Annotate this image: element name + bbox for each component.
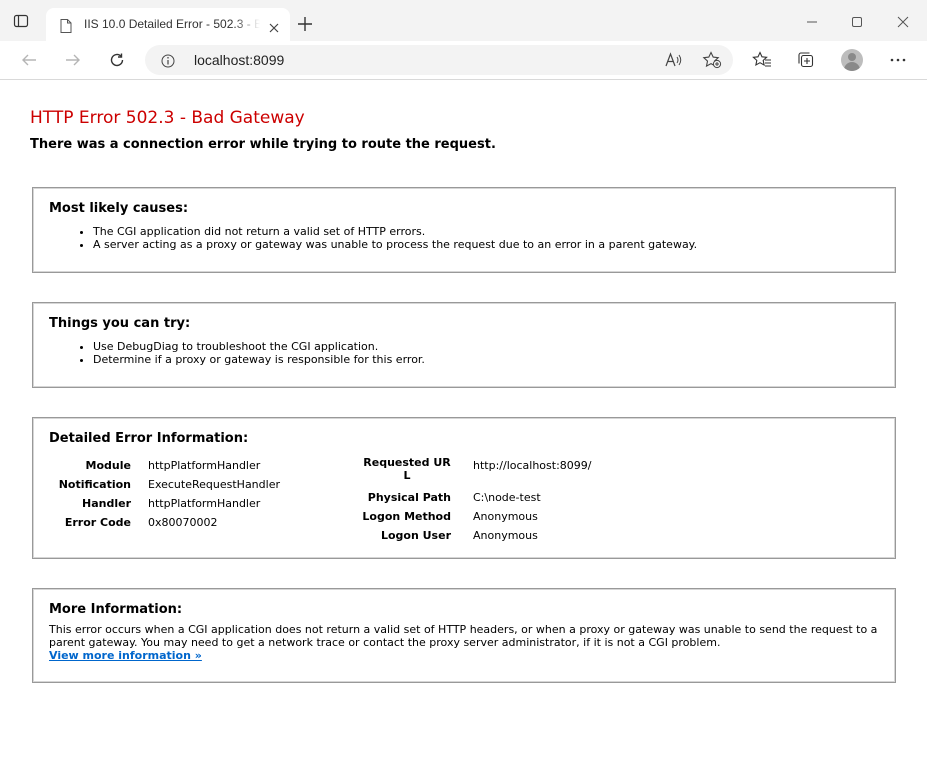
tab-actions-icon[interactable] [13, 13, 29, 29]
maximize-icon[interactable] [850, 14, 864, 28]
favorites-icon[interactable] [752, 51, 772, 69]
detail-value: http://localhost:8099/ [473, 459, 592, 472]
add-favorite-icon[interactable] [702, 51, 722, 69]
address-text[interactable]: localhost:8099 [194, 52, 284, 68]
detail-value: C:\node-test [473, 491, 541, 504]
details-box: Detailed Error Information: Module httpP… [32, 417, 896, 559]
details-left-table: Module httpPlatformHandler Notification … [33, 456, 353, 536]
list-item: Use DebugDiag to troubleshoot the CGI ap… [93, 340, 425, 353]
tab-title: IIS 10.0 Detailed Error - 502.3 - Bad Ga… [84, 17, 260, 31]
causes-list: The CGI application did not return a val… [77, 225, 697, 251]
page-content: HTTP Error 502.3 - Bad Gateway There was… [0, 80, 927, 766]
try-box: Things you can try: Use DebugDiag to tro… [32, 302, 896, 388]
detail-value: httpPlatformHandler [148, 497, 261, 510]
more-info-heading: More Information: [49, 602, 183, 617]
try-list: Use DebugDiag to troubleshoot the CGI ap… [77, 340, 425, 366]
try-heading: Things you can try: [49, 316, 191, 331]
detail-key: Logon Method [362, 510, 451, 523]
tab-active[interactable]: IIS 10.0 Detailed Error - 502.3 - Bad Ga… [46, 8, 290, 41]
error-title: HTTP Error 502.3 - Bad Gateway [30, 108, 305, 128]
profile-avatar[interactable] [841, 49, 863, 71]
details-right-table: Requested URL http://localhost:8099/ Phy… [353, 456, 873, 556]
list-item: A server acting as a proxy or gateway wa… [93, 238, 697, 251]
back-icon[interactable] [20, 51, 38, 69]
detail-key: Notification [58, 478, 131, 491]
detail-key: Logon User [380, 529, 451, 542]
minimize-icon[interactable] [805, 14, 819, 28]
forward-icon[interactable] [64, 51, 82, 69]
list-item: Determine if a proxy or gateway is respo… [93, 353, 425, 366]
profile-avatar-body [844, 62, 860, 71]
detail-value: Anonymous [473, 529, 538, 542]
list-item: The CGI application did not return a val… [93, 225, 697, 238]
read-aloud-icon[interactable] [665, 52, 683, 68]
new-tab-icon[interactable] [296, 15, 314, 33]
causes-heading: Most likely causes: [49, 201, 189, 216]
detail-value: Anonymous [473, 510, 538, 523]
refresh-icon[interactable] [108, 51, 126, 69]
detail-key: Error Code [64, 516, 131, 529]
detail-key: Physical Path [367, 491, 451, 504]
detail-key: Handler [82, 497, 131, 510]
causes-box: Most likely causes: The CGI application … [32, 187, 896, 273]
window-close-icon[interactable] [896, 14, 910, 28]
address-bar[interactable]: localhost:8099 [145, 45, 733, 75]
collections-icon[interactable] [796, 51, 816, 69]
more-info-box: More Information: This error occurs when… [32, 588, 896, 683]
toolbar: localhost:8099 [0, 41, 927, 80]
more-info-text: This error occurs when a CGI application… [49, 623, 878, 649]
error-subtitle: There was a connection error while tryin… [30, 137, 496, 152]
page-favicon [60, 18, 72, 33]
more-menu-icon[interactable] [888, 51, 908, 69]
profile-avatar-head [848, 53, 856, 61]
detail-key: Module [85, 459, 131, 472]
tab-close-icon[interactable] [268, 19, 280, 33]
view-more-info-link[interactable]: View more information » [49, 649, 202, 662]
detail-value: 0x80070002 [148, 516, 218, 529]
tab-strip: IIS 10.0 Detailed Error - 502.3 - Bad Ga… [0, 0, 927, 41]
site-info-icon[interactable] [161, 53, 175, 68]
detail-value: ExecuteRequestHandler [148, 478, 280, 491]
detail-value: httpPlatformHandler [148, 459, 261, 472]
detail-key: Requested URL [363, 456, 451, 482]
details-heading: Detailed Error Information: [49, 431, 249, 446]
